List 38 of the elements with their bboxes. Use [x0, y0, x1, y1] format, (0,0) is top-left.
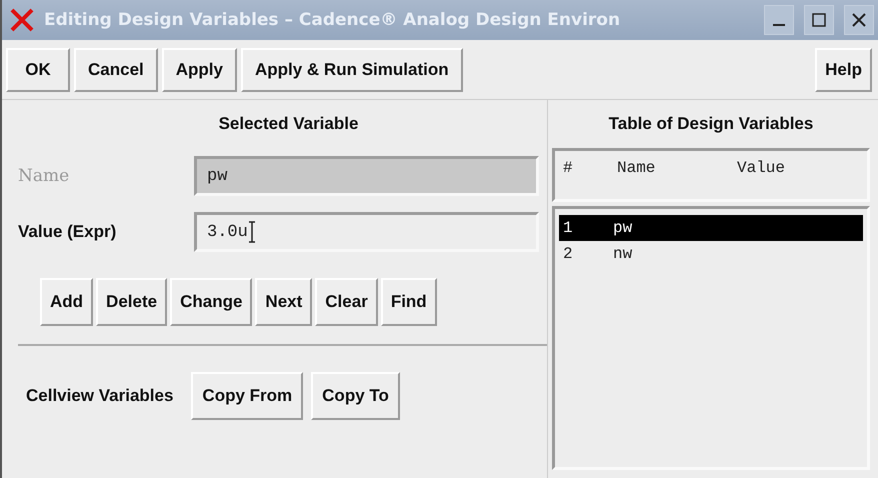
field-label: Value (Expr) [17, 222, 118, 242]
maximize-icon [812, 13, 826, 27]
action-button[interactable]: Delete [96, 278, 168, 326]
maximize-button[interactable] [804, 5, 834, 35]
action-button[interactable]: Next [255, 278, 312, 326]
column-header: Value [737, 159, 786, 179]
cellview-label: Cellview Variables [26, 386, 174, 406]
table-row[interactable]: 2 nw [559, 241, 863, 267]
toolbar-button[interactable]: Cancel [74, 48, 158, 92]
help-button[interactable]: Help [815, 48, 872, 92]
table-row[interactable]: 1 pw [559, 215, 863, 241]
action-button[interactable]: Clear [315, 278, 378, 326]
copy-button[interactable]: Copy From [191, 372, 304, 420]
column-header: Name [617, 159, 656, 179]
close-button[interactable] [844, 5, 874, 35]
minimize-icon [773, 24, 785, 26]
table-heading: Table of Design Variables [608, 113, 814, 135]
field-label: Name [17, 166, 70, 186]
input-field: pw [194, 156, 539, 196]
minimize-button[interactable] [764, 5, 794, 35]
text-cursor-icon [248, 221, 256, 243]
x-logo-icon [10, 8, 34, 32]
table-cell-text: 1 [563, 219, 574, 237]
input-field[interactable]: 3.0u [194, 212, 539, 252]
table-cell-text: nw [613, 245, 634, 263]
close-icon [852, 13, 866, 27]
window-title: Editing Design Variables – Cadence® Analog Design Environ [44, 10, 622, 30]
column-header: # [563, 159, 574, 179]
action-button[interactable]: Add [40, 278, 94, 326]
toolbar-button[interactable]: Apply & Run Simulation [240, 48, 463, 92]
toolbar-button[interactable]: OK [6, 48, 70, 92]
toolbar-button[interactable]: Apply [162, 48, 237, 92]
table-cell-text: pw [613, 219, 634, 237]
table-cell-text: 2 [563, 245, 574, 263]
action-button[interactable]: Find [380, 278, 437, 326]
copy-button[interactable]: Copy To [311, 372, 400, 420]
action-button[interactable]: Change [170, 278, 252, 326]
section-heading: Selected Variable [218, 113, 360, 135]
